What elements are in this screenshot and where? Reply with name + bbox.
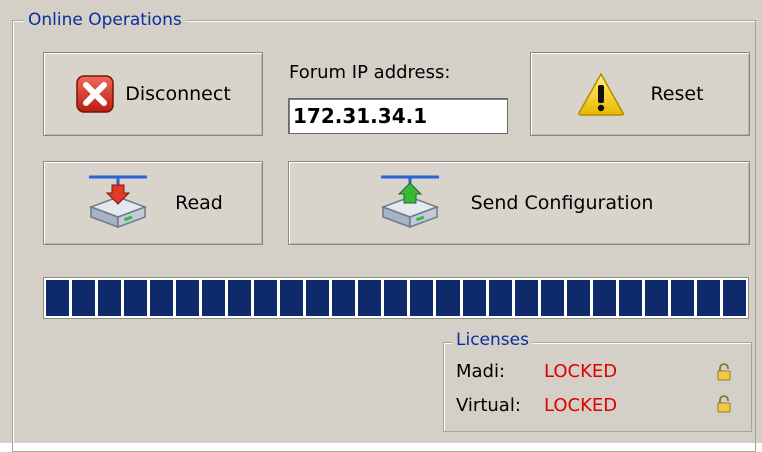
progress-segment: [98, 280, 122, 316]
progress-segment: [410, 280, 434, 316]
progress-segment: [670, 280, 694, 316]
ip-address-label: Forum IP address:: [289, 62, 451, 83]
progress-segment: [696, 280, 720, 316]
licenses-title: Licenses: [452, 329, 533, 351]
disconnect-label: Disconnect: [125, 83, 231, 105]
progress-bar: [43, 277, 749, 319]
drive-upload-icon: [380, 175, 439, 229]
progress-segment: [332, 280, 356, 316]
license-label: Virtual:: [456, 395, 521, 416]
read-button[interactable]: Read: [43, 161, 263, 245]
progress-segment: [176, 280, 200, 316]
progress-segment: [540, 280, 564, 316]
progress-segment: [644, 280, 668, 316]
license-row-madi: Madi: LOCKED: [456, 361, 617, 382]
progress-segment: [254, 280, 278, 316]
progress-segment: [618, 280, 642, 316]
progress-segment: [358, 280, 382, 316]
progress-segment: [228, 280, 252, 316]
reset-label: Reset: [650, 83, 704, 105]
online-operations-panel: Online Operations Disconnect Forum IP ad…: [0, 0, 762, 452]
reset-button[interactable]: Reset: [530, 52, 750, 136]
progress-segment: [202, 280, 226, 316]
progress-segment: [436, 280, 460, 316]
send-configuration-button[interactable]: Send Configuration: [288, 161, 750, 245]
licenses-group: [443, 342, 752, 432]
license-row-virtual: Virtual: LOCKED: [456, 395, 617, 416]
progress-segment: [592, 280, 616, 316]
read-label: Read: [175, 192, 223, 214]
group-title: Online Operations: [24, 9, 186, 31]
progress-segment: [384, 280, 408, 316]
progress-segment: [150, 280, 174, 316]
license-status: LOCKED: [544, 395, 618, 416]
ip-address-field[interactable]: [288, 98, 508, 134]
lock-icon: [717, 363, 731, 381]
drive-download-icon: [88, 175, 148, 229]
warning-icon: [578, 72, 625, 116]
progress-segment: [566, 280, 590, 316]
progress-segment: [124, 280, 148, 316]
progress-segment: [46, 280, 70, 316]
license-label: Madi:: [456, 361, 506, 382]
progress-segment: [514, 280, 538, 316]
progress-segment: [722, 280, 746, 316]
progress-segment: [280, 280, 304, 316]
progress-segment: [462, 280, 486, 316]
progress-segment: [72, 280, 96, 316]
progress-segment: [488, 280, 512, 316]
progress-segment: [306, 280, 330, 316]
send-configuration-label: Send Configuration: [470, 192, 654, 214]
lock-icon: [717, 395, 731, 413]
license-status: LOCKED: [544, 361, 618, 382]
disconnect-button[interactable]: Disconnect: [43, 52, 263, 136]
close-icon: [76, 75, 114, 113]
